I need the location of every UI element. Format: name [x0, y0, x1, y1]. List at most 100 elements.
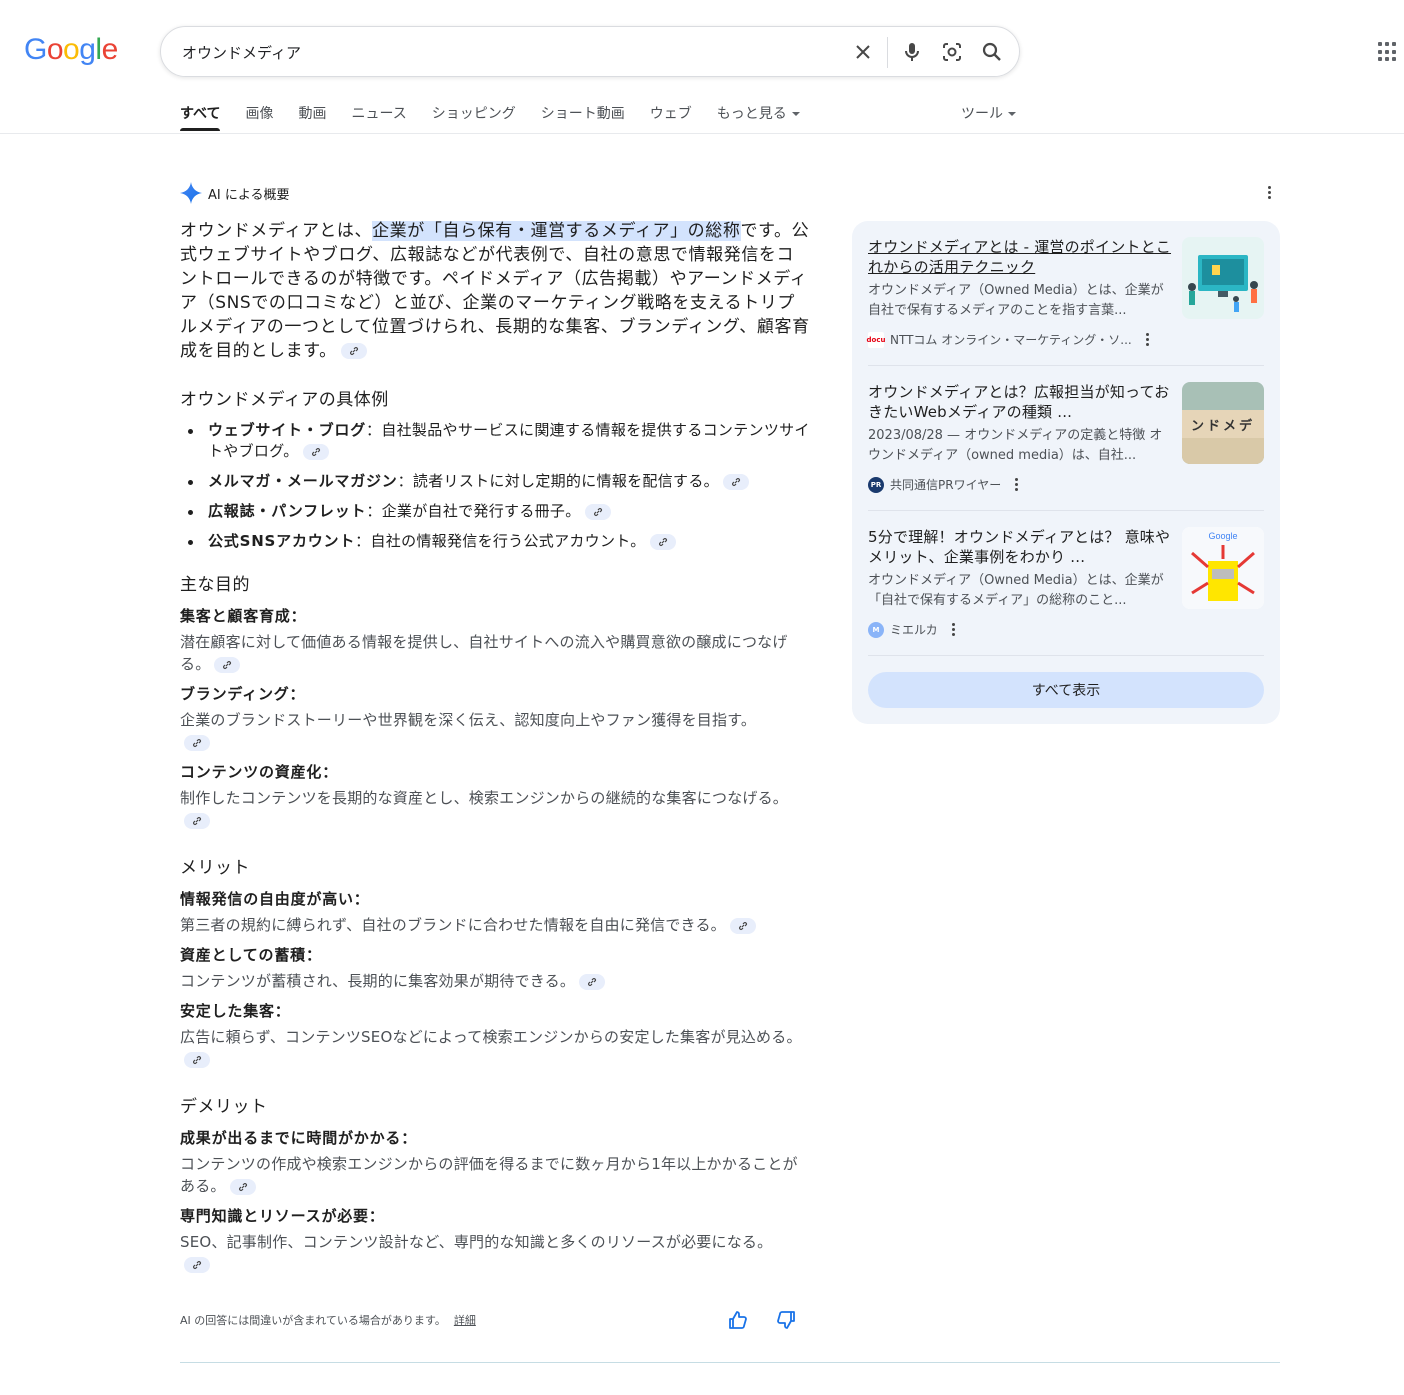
demerit-title: 専門知識とリソースが必要： [180, 1207, 385, 1225]
source-link-icon[interactable] [649, 533, 676, 550]
source-title[interactable]: 5分で理解！オウンドメディアとは？ 意味やメリット、企業事例をわかり ... [868, 527, 1173, 567]
merit-title: 情報発信の自由度が高い： [180, 890, 370, 908]
thumbs-down-icon[interactable] [776, 1310, 796, 1334]
source-divider [868, 510, 1264, 511]
demerits-list: 成果が出るまでに時間がかかる： コンテンツの作成や検索エンジンからの評価を得るま… [180, 1127, 810, 1275]
source-thumbnail: Google [1182, 527, 1264, 609]
header-divider [0, 133, 1404, 134]
merits-heading: メリット [180, 858, 250, 878]
list-item: 公式SNSアカウント：自社の情報発信を行う公式アカウント。 [180, 531, 810, 552]
source-link-icon[interactable] [340, 343, 367, 359]
source-thumbnail [1182, 237, 1264, 319]
section-divider [180, 1362, 1280, 1363]
more-options-icon[interactable] [1268, 186, 1272, 199]
source-snippet: 2023/08/28 — オウンドメディアの定義と特徴 オウンドメディア（own… [868, 428, 1163, 463]
purpose-desc: 制作したコンテンツを長期的な資産とし、検索エンジンからの継続的な集客につなげる。 [180, 787, 810, 831]
merit-title: 資産としての蓄積： [180, 946, 322, 964]
tab-images[interactable]: 画像 [245, 103, 273, 133]
search-box[interactable]: オウンドメディア [160, 26, 1020, 77]
tab-more[interactable]: もっと見る [717, 103, 800, 133]
merit-desc: 広告に頼らず、コンテンツSEOなどによって検索エンジンからの安定した集客が見込め… [180, 1026, 810, 1070]
purpose-title: ブランディング： [180, 685, 306, 703]
source-link-icon[interactable] [579, 973, 606, 990]
purpose-title: 集客と顧客育成： [180, 607, 307, 625]
tools-button[interactable]: ツール [961, 103, 1016, 123]
tab-shopping[interactable]: ショッピング [432, 103, 516, 133]
purposes-heading: 主な目的 [180, 575, 250, 595]
purposes-list: 集客と顧客育成： 潜在顧客に対して価値ある情報を提供し、自社サイトへの流入や購買… [180, 605, 810, 831]
source-link-icon[interactable] [184, 812, 210, 829]
list-item: メルマガ・メールマガジン：読者リストに対し定期的に情報を配信する。 [180, 471, 810, 492]
source-link-icon[interactable] [722, 473, 749, 490]
source-snippet: オウンドメディア（Owned Media）とは、企業が自社で保有するメディアのこ… [868, 283, 1164, 318]
source-snippet: オウンドメディア（Owned Media）とは、企業が「自社で保有するメディア」… [868, 573, 1164, 608]
overview-lead: オウンドメディアとは、企業が「自ら保有・運営するメディア」の総称です。公式ウェブ… [180, 221, 810, 361]
source-divider [868, 655, 1264, 656]
merits-list: 情報発信の自由度が高い： 第三者の規約に縛られず、自社のブランドに合わせた情報を… [180, 888, 810, 1070]
highlighted-definition: 企業が「自ら保有・運営するメディア」の総称 [372, 221, 741, 241]
tab-all[interactable]: すべて [180, 103, 221, 133]
source-title[interactable]: オウンドメディアとは？広報担当が知っておきたいWebメディアの種類 ... [868, 382, 1173, 422]
list-item: ウェブサイト・ブログ：自社製品やサービスに関連する情報を提供するコンテンツサイト… [180, 420, 810, 462]
source-link-icon[interactable] [184, 1051, 210, 1068]
source-site: docu NTTコム オンライン・マーケティング・ソ... [867, 331, 1149, 348]
more-options-icon[interactable] [1015, 478, 1019, 491]
source-site: M ミエルカ [868, 621, 955, 638]
source-divider [868, 365, 1264, 366]
source-link-icon[interactable] [584, 503, 611, 520]
more-options-icon[interactable] [1145, 333, 1149, 346]
chevron-down-icon [1008, 112, 1016, 116]
apps-grid-icon[interactable] [1378, 42, 1398, 62]
source-thumbnail: ンドメデ [1182, 382, 1264, 464]
site-favicon: M [868, 621, 884, 638]
demerit-desc: SEO、記事制作、コンテンツ設計など、専門的な知識と多くのリソースが必要になる。 [180, 1231, 780, 1275]
tab-videos[interactable]: 動画 [298, 103, 326, 133]
google-logo[interactable]: Google [24, 33, 118, 67]
search-separator [887, 37, 888, 68]
source-title[interactable]: オウンドメディアとは - 運営のポイントとこれからの活用テクニック [868, 237, 1173, 277]
more-options-icon[interactable] [951, 623, 955, 636]
merit-desc: 第三者の規約に縛られず、自社のブランドに合わせた情報を自由に発信できる。 [180, 914, 810, 936]
show-all-button[interactable]: すべて表示 [868, 672, 1264, 708]
source-site: PR 共同通信PRワイヤー [868, 476, 1019, 493]
thumbnail-blocks-text: ンドメデ [1182, 410, 1264, 438]
search-tabs: すべて 画像 動画 ニュース ショッピング ショート動画 ウェブ もっと見る [180, 103, 825, 133]
merit-title: 安定した集客： [180, 1002, 291, 1020]
tab-short-videos[interactable]: ショート動画 [541, 103, 625, 133]
details-link[interactable]: 詳細 [454, 1314, 476, 1327]
purpose-desc: 企業のブランドストーリーや世界観を深く伝え、認知度向上やファン獲得を目指す。 [180, 709, 770, 753]
purpose-title: コンテンツの資産化： [180, 763, 339, 781]
tab-web[interactable]: ウェブ [650, 103, 692, 133]
clear-icon[interactable] [851, 40, 875, 64]
source-link-icon[interactable] [214, 656, 241, 673]
sources-panel: オウンドメディアとは - 運営のポイントとこれからの活用テクニック オウンドメデ… [852, 221, 1280, 724]
ai-overview-body: オウンドメディアとは、企業が「自ら保有・運営するメディア」の総称です。公式ウェブ… [180, 219, 810, 1275]
lens-icon[interactable] [940, 40, 964, 64]
examples-heading: オウンドメディアの具体例 [180, 390, 389, 410]
chevron-down-icon [791, 112, 800, 116]
purpose-desc: 潜在顧客に対して価値ある情報を提供し、自社サイトへの流入や購買意欲の醸成につなげ… [180, 633, 788, 673]
microphone-icon[interactable] [900, 40, 924, 64]
ai-disclaimer: AI の回答には間違いが含まれている場合があります。 詳細 [180, 1314, 476, 1327]
thumbnail-google-text: Google [1208, 531, 1238, 541]
ai-overview-header: AI による概要 [180, 182, 289, 204]
source-link-icon[interactable] [229, 1178, 256, 1195]
search-icon[interactable] [980, 40, 1004, 64]
site-favicon: PR [868, 476, 884, 493]
demerit-title: 成果が出るまでに時間がかかる： [180, 1129, 418, 1147]
site-favicon: docu [867, 331, 885, 348]
demerits-heading: デメリット [180, 1097, 268, 1117]
source-link-icon[interactable] [729, 917, 756, 934]
source-link-icon[interactable] [302, 443, 329, 460]
list-item: 広報誌・パンフレット：企業が自社で発行する冊子。 [180, 501, 810, 522]
source-link-icon[interactable] [184, 734, 210, 751]
source-link-icon[interactable] [184, 1256, 210, 1273]
search-input[interactable]: オウンドメディア [182, 42, 301, 63]
thumbs-up-icon[interactable] [728, 1310, 748, 1334]
gemini-sparkle-icon [180, 182, 202, 204]
ai-overview-title: AI による概要 [208, 187, 290, 203]
merit-desc: コンテンツが蓄積され、長期的に集客効果が期待できる。 [180, 970, 810, 992]
demerit-desc: コンテンツの作成や検索エンジンからの評価を得るまでに数ヶ月から1年以上かかること… [180, 1155, 798, 1195]
tab-news[interactable]: ニュース [351, 103, 406, 133]
examples-list: ウェブサイト・ブログ：自社製品やサービスに関連する情報を提供するコンテンツサイト… [180, 420, 810, 552]
